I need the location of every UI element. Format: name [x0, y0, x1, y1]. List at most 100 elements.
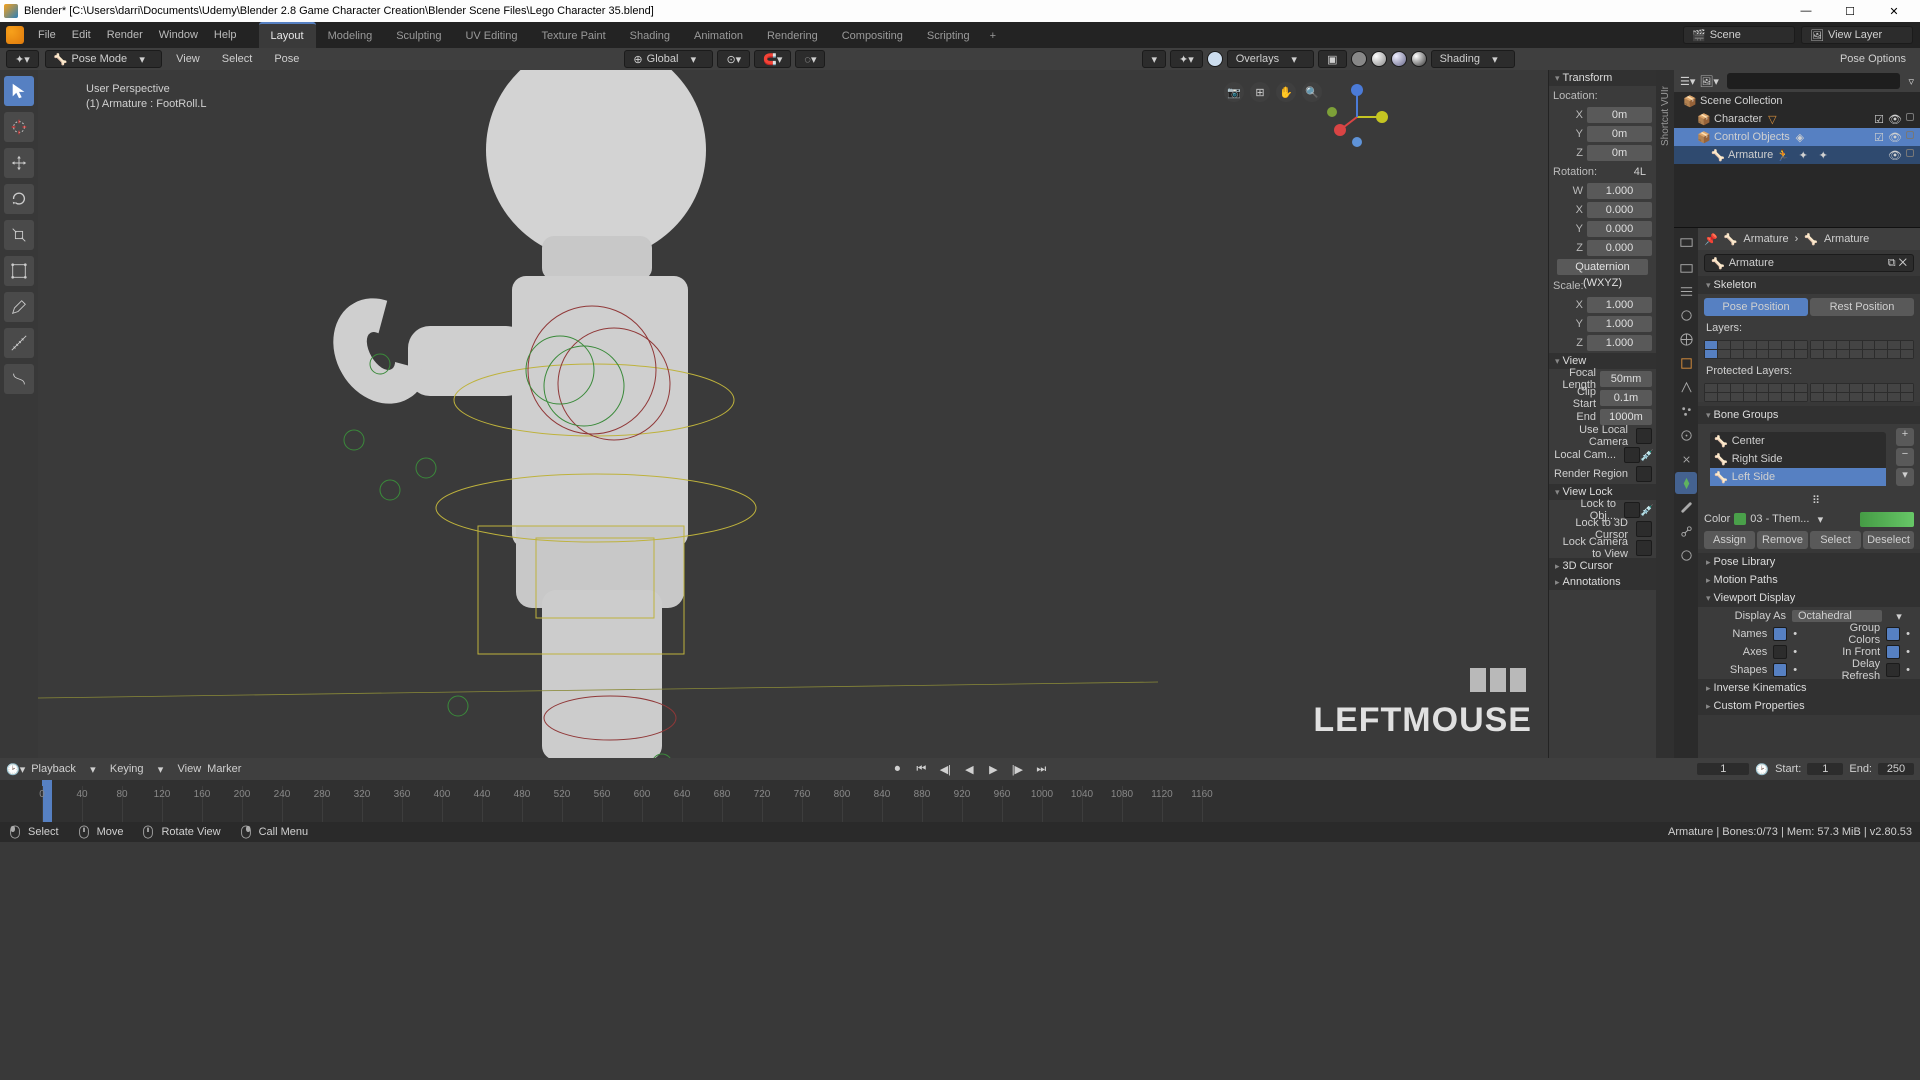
- focal-field[interactable]: 50mm: [1600, 371, 1652, 387]
- menu-pose[interactable]: Pose: [266, 53, 307, 65]
- shading-dropdown[interactable]: Shading▾: [1431, 50, 1515, 68]
- outliner-item-character[interactable]: 📦Character▽☑👁: [1674, 110, 1920, 128]
- lock-3dcursor-check[interactable]: [1636, 521, 1652, 537]
- snap-toggle[interactable]: 🧲▾: [754, 50, 791, 68]
- tab-sculpting[interactable]: Sculpting: [384, 22, 453, 48]
- scale-x[interactable]: 1.000: [1587, 297, 1652, 313]
- timeline-track[interactable]: 0408012016020024028032036040044048052056…: [0, 780, 1920, 822]
- bone-group-specials-button[interactable]: ▾: [1896, 468, 1914, 486]
- lock-obj-field[interactable]: [1624, 502, 1640, 518]
- rot-y[interactable]: 0.000: [1587, 221, 1652, 237]
- ptab-particle[interactable]: [1675, 400, 1697, 422]
- outliner-type-icon[interactable]: ☰▾: [1680, 75, 1695, 88]
- mode-dropdown[interactable]: 🦴Pose Mode▾: [45, 50, 162, 68]
- keying-menu[interactable]: Keying: [110, 763, 144, 775]
- menu-render[interactable]: Render: [99, 22, 151, 48]
- ptab-output[interactable]: [1675, 256, 1697, 278]
- shading-lookdev-icon[interactable]: [1391, 51, 1407, 67]
- bone-group-left[interactable]: 🦴Left Side: [1710, 468, 1886, 486]
- axes-check[interactable]: [1773, 645, 1787, 659]
- overlays-dropdown[interactable]: Overlays▾: [1227, 50, 1314, 68]
- ptab-world[interactable]: [1675, 328, 1697, 350]
- panel-ik-header[interactable]: Inverse Kinematics: [1698, 679, 1920, 697]
- menu-view[interactable]: View: [168, 53, 208, 65]
- exclude-icon[interactable]: ☑: [1874, 131, 1884, 144]
- minimize-button[interactable]: —: [1784, 0, 1828, 22]
- ptab-scene[interactable]: [1675, 304, 1697, 326]
- exclude-icon[interactable]: ☑: [1874, 113, 1884, 126]
- panel-3dcursor-header[interactable]: 3D Cursor: [1549, 558, 1656, 574]
- frame-end-field[interactable]: 250: [1878, 763, 1914, 775]
- tab-rendering[interactable]: Rendering: [755, 22, 830, 48]
- ptab-bone-constraint[interactable]: [1675, 520, 1697, 542]
- close-button[interactable]: ✕: [1872, 0, 1916, 22]
- propedit-toggle[interactable]: ◌▾: [795, 50, 825, 68]
- panel-poselib-header[interactable]: Pose Library: [1698, 553, 1920, 571]
- tab-shading[interactable]: Shading: [618, 22, 682, 48]
- rotation-mode-dropdown[interactable]: Quaternion (WXYZ): [1557, 259, 1648, 275]
- ptab-constraint[interactable]: [1675, 448, 1697, 470]
- names-check[interactable]: [1773, 627, 1787, 641]
- tool-select-box[interactable]: [4, 76, 34, 106]
- menu-file[interactable]: File: [30, 22, 64, 48]
- view-menu[interactable]: View: [178, 763, 202, 775]
- marker-menu[interactable]: Marker: [207, 763, 241, 775]
- colorset-dropdown[interactable]: 03 - Them...: [1750, 513, 1809, 525]
- ntab-shortcut[interactable]: Shortcut VUIr: [1658, 76, 1673, 156]
- playback-menu[interactable]: Playback: [31, 763, 76, 775]
- ptab-material[interactable]: [1675, 544, 1697, 566]
- prev-key-button[interactable]: ◀|: [936, 761, 954, 777]
- orientation-dropdown[interactable]: ⊕Global▾: [624, 50, 713, 68]
- maximize-button[interactable]: ☐: [1828, 0, 1872, 22]
- tab-uvediting[interactable]: UV Editing: [453, 22, 529, 48]
- eye-icon[interactable]: 👁: [1888, 113, 1902, 126]
- tab-texturepaint[interactable]: Texture Paint: [529, 22, 617, 48]
- restrict-icon[interactable]: [1906, 131, 1914, 139]
- color-swatches[interactable]: [1860, 512, 1914, 527]
- use-local-cam-check[interactable]: [1636, 428, 1652, 444]
- ptab-viewlayer[interactable]: [1675, 280, 1697, 302]
- bone-group-center[interactable]: 🦴Center: [1710, 432, 1886, 450]
- rest-position-button[interactable]: Rest Position: [1810, 298, 1914, 316]
- next-key-button[interactable]: |▶: [1008, 761, 1026, 777]
- loc-y[interactable]: 0m: [1587, 126, 1652, 142]
- shading-solid-icon[interactable]: [1371, 51, 1387, 67]
- ptab-object[interactable]: [1675, 352, 1697, 374]
- jump-start-button[interactable]: ⏮: [912, 761, 930, 777]
- tool-rotate[interactable]: [4, 184, 34, 214]
- scene-field[interactable]: 🎬Scene: [1683, 26, 1795, 44]
- rot-x[interactable]: 0.000: [1587, 202, 1652, 218]
- pose-position-button[interactable]: Pose Position: [1704, 298, 1808, 316]
- ptab-render[interactable]: [1675, 232, 1697, 254]
- outliner-display-icon[interactable]: 🖼▾: [1699, 75, 1719, 88]
- ptab-physics[interactable]: [1675, 424, 1697, 446]
- loc-z[interactable]: 0m: [1587, 145, 1652, 161]
- rot-z[interactable]: 0.000: [1587, 240, 1652, 256]
- gizmo-dropdown[interactable]: ✦▾: [1170, 50, 1203, 68]
- panel-skeleton-header[interactable]: Skeleton: [1698, 276, 1920, 294]
- shapes-check[interactable]: [1773, 663, 1787, 677]
- ptab-modifier[interactable]: [1675, 376, 1697, 398]
- select-button[interactable]: Select: [1810, 531, 1861, 549]
- delayrefresh-check[interactable]: [1886, 663, 1900, 677]
- eyedropper-icon[interactable]: 💉: [1640, 449, 1652, 462]
- pin-icon[interactable]: 📌: [1704, 233, 1718, 246]
- bone-group-right[interactable]: 🦴Right Side: [1710, 450, 1886, 468]
- ptab-armature-data[interactable]: [1675, 472, 1697, 494]
- tab-compositing[interactable]: Compositing: [830, 22, 915, 48]
- pivot-dropdown[interactable]: ⊙▾: [717, 50, 750, 68]
- panel-viewport-display-header[interactable]: Viewport Display: [1698, 589, 1920, 607]
- play-reverse-button[interactable]: ◀: [960, 761, 978, 777]
- panel-customprops-header[interactable]: Custom Properties: [1698, 697, 1920, 715]
- tool-extra[interactable]: [4, 364, 34, 394]
- render-region-check[interactable]: [1636, 466, 1652, 482]
- tab-scripting[interactable]: Scripting: [915, 22, 982, 48]
- tool-measure[interactable]: [4, 328, 34, 358]
- assign-button[interactable]: Assign: [1704, 531, 1755, 549]
- armature-layers[interactable]: [1704, 340, 1914, 359]
- panel-motionpaths-header[interactable]: Motion Paths: [1698, 571, 1920, 589]
- overlay-toggle-icon[interactable]: [1207, 51, 1223, 67]
- armature-datablock-field[interactable]: 🦴Armature⧉ ✕: [1704, 254, 1914, 272]
- object-visibility-dropdown[interactable]: ▾: [1142, 50, 1166, 68]
- outliner-item-control-objects[interactable]: 📦Control Objects◈☑👁: [1674, 128, 1920, 146]
